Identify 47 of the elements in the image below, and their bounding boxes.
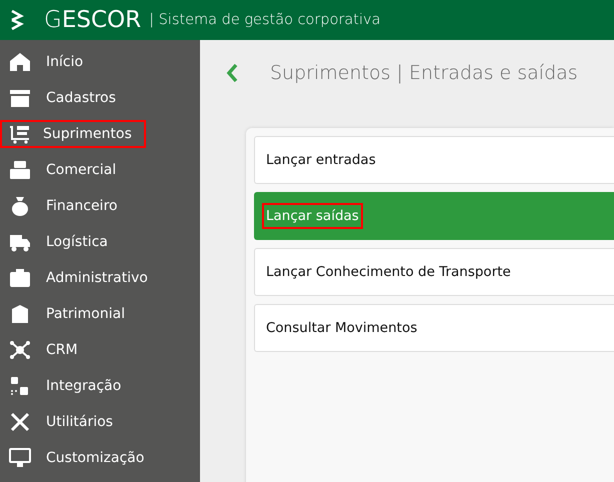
cart-icon [9, 124, 31, 144]
option-label: Consultar Movimentos [265, 319, 418, 338]
sidebar-label: Cadastros [45, 89, 117, 108]
sidebar-item[interactable]: Integração [0, 368, 200, 404]
page-title: Suprimentos | Entradas e saídas [270, 62, 578, 84]
moneybag-icon [9, 196, 31, 216]
option-item[interactable]: Lançar saídas [254, 192, 614, 240]
sidebar-item[interactable]: Customização [0, 440, 200, 476]
option-label: Lançar Conhecimento de Transporte [265, 263, 512, 282]
sidebar-label: CRM [45, 341, 79, 360]
sidebar-label: Suprimentos [0, 120, 146, 148]
archive-icon [9, 88, 31, 108]
option-item[interactable]: Lançar entradas [254, 136, 614, 184]
home-icon [9, 52, 31, 72]
sidebar-item[interactable]: Logística [0, 224, 200, 260]
sidebar-item[interactable]: Financeiro [0, 188, 200, 224]
monitor-icon [9, 448, 31, 468]
app-subtitle: | Sistema de gestão corporativa [149, 12, 380, 28]
truck-icon [9, 232, 31, 252]
logo-icon [10, 10, 24, 30]
option-item[interactable]: Lançar Conhecimento de Transporte [254, 248, 614, 296]
sidebar-label: Integração [45, 377, 122, 396]
sidebar-item[interactable]: Comercial [0, 152, 200, 188]
sidebar-item[interactable]: Cadastros [0, 80, 200, 116]
sidebar-item[interactable]: Utilitários [0, 404, 200, 440]
sidebar-item[interactable]: Suprimentos [0, 116, 200, 152]
sidebar-label: Customização [45, 449, 146, 468]
sidebar-label: Financeiro [45, 197, 118, 216]
app-logo: GESCOR [44, 7, 142, 33]
sidebar-item[interactable]: Início [0, 44, 200, 80]
network-icon [9, 340, 31, 360]
sidebar-label: Comercial [45, 161, 118, 180]
sidebar-item[interactable]: CRM [0, 332, 200, 368]
building-icon [9, 304, 31, 324]
sidebar-item[interactable]: Administrativo [0, 260, 200, 296]
sidebar-label: Administrativo [45, 269, 149, 288]
sidebar-label: Logística [45, 233, 109, 252]
sidebar-label: Início [45, 53, 84, 72]
blocks-icon [9, 376, 31, 396]
back-icon[interactable] [226, 63, 238, 83]
sidebar-item[interactable]: Patrimonial [0, 296, 200, 332]
option-label: Lançar entradas [265, 151, 377, 170]
option-label: Lançar saídas [262, 203, 363, 229]
sidebar-label: Patrimonial [45, 305, 126, 324]
sidebar-label: Utilitários [45, 413, 114, 432]
briefcase-icon [9, 268, 31, 288]
option-item[interactable]: Consultar Movimentos [254, 304, 614, 352]
